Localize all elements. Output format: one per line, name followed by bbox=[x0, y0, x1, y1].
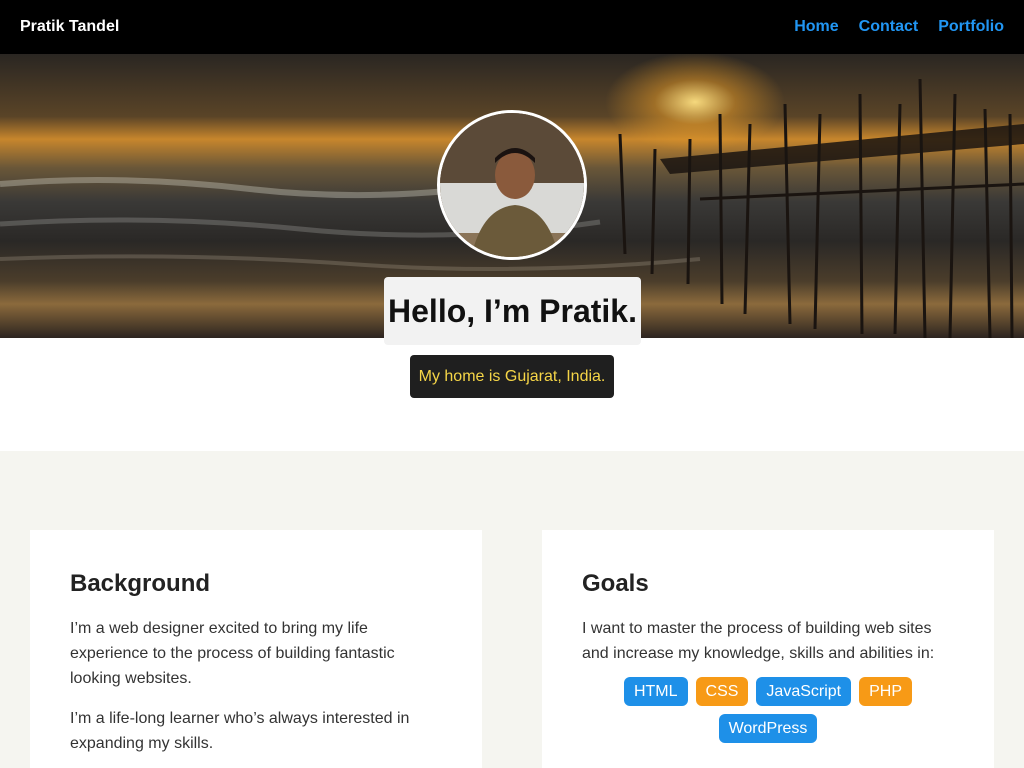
nav-link-contact[interactable]: Contact bbox=[859, 18, 919, 36]
goals-title: Goals bbox=[582, 570, 649, 597]
skill-badge-css: CSS bbox=[695, 677, 749, 706]
background-card: Background I’m a web designer excited to… bbox=[30, 530, 482, 768]
background-title: Background bbox=[70, 570, 211, 597]
goals-text: I want to master the process of building… bbox=[582, 620, 935, 662]
background-paragraph-1: I’m a web designer excited to bring my l… bbox=[70, 620, 395, 687]
top-navbar: Pratik Tandel Home Contact Portfolio bbox=[0, 0, 1024, 54]
nav-links: Home Contact Portfolio bbox=[794, 18, 1004, 36]
background-paragraph-2: I’m a life-long learner who’s always int… bbox=[70, 710, 410, 752]
skill-badge-javascript: JavaScript bbox=[756, 677, 852, 706]
skill-badge-php: PHP bbox=[859, 677, 913, 706]
skills-list: HTML CSS JavaScript PHP WordPress bbox=[582, 677, 954, 743]
skill-badge-wordpress: WordPress bbox=[718, 714, 818, 743]
greeting-heading: Hello, I’m Pratik. bbox=[388, 292, 637, 329]
content-section: Background I’m a web designer excited to… bbox=[0, 451, 1024, 768]
nav-link-home[interactable]: Home bbox=[794, 18, 838, 36]
goals-card: Goals I want to master the process of bu… bbox=[542, 530, 994, 768]
skill-badge-html: HTML bbox=[623, 677, 688, 706]
site-brand[interactable]: Pratik Tandel bbox=[20, 18, 119, 36]
nav-link-portfolio[interactable]: Portfolio bbox=[938, 18, 1004, 36]
profile-avatar bbox=[437, 110, 587, 260]
home-location-text: My home is Gujarat, India. bbox=[418, 367, 606, 385]
home-location-box: My home is Gujarat, India. bbox=[410, 355, 614, 398]
greeting-box: Hello, I’m Pratik. bbox=[384, 277, 641, 345]
